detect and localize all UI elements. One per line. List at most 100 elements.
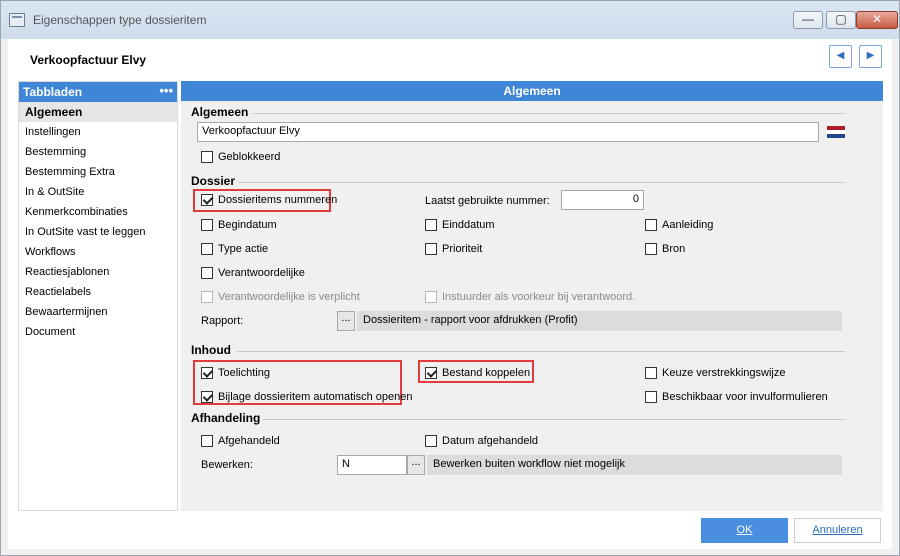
- checkbox-box[interactable]: [425, 435, 437, 447]
- checkbox-label: Dossieritems nummeren: [218, 194, 338, 206]
- more-options-icon[interactable]: •••: [159, 83, 173, 98]
- verantwoordelijke-checkbox[interactable]: Verantwoordelijke: [201, 267, 305, 279]
- section-divider: [263, 419, 845, 420]
- sidebar-item-algemeen[interactable]: Algemeen: [19, 102, 177, 122]
- section-algemeen-title: Algemeen: [191, 105, 249, 119]
- laatst-nummer-label: Laatst gebruikte nummer:: [425, 195, 550, 207]
- bron-checkbox[interactable]: Bron: [645, 243, 685, 255]
- bestand-koppelen-checkbox[interactable]: Bestand koppelen: [425, 367, 530, 379]
- geblokkeerd-checkbox[interactable]: Geblokkeerd: [201, 151, 280, 163]
- section-divider: [239, 182, 845, 183]
- bewerken-label: Bewerken:: [201, 459, 253, 471]
- checkbox-label: Geblokkeerd: [218, 151, 281, 163]
- previous-button[interactable]: ◀: [829, 45, 852, 68]
- checkbox-label: Prioriteit: [442, 243, 483, 255]
- minimize-button[interactable]: —: [793, 11, 823, 29]
- afgehandeld-checkbox[interactable]: Afgehandeld: [201, 435, 280, 447]
- sidebar-title: Tabbladen: [23, 85, 83, 99]
- sidebar-item-in-outsite-vastleggen[interactable]: In OutSite vast te leggen: [19, 222, 177, 242]
- name-input[interactable]: Verkoopfactuur Elvy: [197, 122, 819, 142]
- prioriteit-checkbox[interactable]: Prioriteit: [425, 243, 482, 255]
- checkbox-box[interactable]: [201, 267, 213, 279]
- dialog-content: Verkoopfactuur Elvy ◀ ▶ Tabbladen ••• Al…: [8, 39, 892, 549]
- sidebar-item-kenmerkcombinaties[interactable]: Kenmerkcombinaties: [19, 202, 177, 222]
- section-inhoud-title: Inhoud: [191, 343, 231, 357]
- checkbox-label: Beschikbaar voor invulformulieren: [662, 391, 828, 403]
- cancel-button-label: Annuleren: [812, 524, 863, 536]
- sidebar-item-instellingen[interactable]: Instellingen: [19, 122, 177, 142]
- next-button[interactable]: ▶: [859, 45, 882, 68]
- begindatum-checkbox[interactable]: Begindatum: [201, 219, 277, 231]
- section-divider: [253, 113, 845, 114]
- maximize-button[interactable]: ▢: [826, 11, 856, 29]
- checkbox-label: Begindatum: [218, 219, 277, 231]
- checkbox-label: Verantwoordelijke: [218, 267, 305, 279]
- checkbox-box[interactable]: [645, 367, 657, 379]
- laatst-nummer-input[interactable]: 0: [561, 190, 644, 210]
- checkbox-box[interactable]: [201, 367, 213, 379]
- close-button[interactable]: ✕: [856, 11, 898, 29]
- checkbox-box[interactable]: [201, 243, 213, 255]
- checkbox-label: Type actie: [218, 243, 269, 255]
- section-afhandeling-title: Afhandeling: [191, 411, 261, 425]
- dialog-window: Eigenschappen type dossieritem — ▢ ✕ Ver…: [0, 0, 900, 556]
- sidebar-item-reactielabels[interactable]: Reactielabels: [19, 282, 177, 302]
- main-panel: Algemeen Algemeen Verkoopfactuur Elvy Ge…: [181, 81, 883, 511]
- sidebar-item-reactiesjablonen[interactable]: Reactiesjablonen: [19, 262, 177, 282]
- checkbox-label: Keuze verstrekkingswijze: [662, 367, 786, 379]
- checkbox-box[interactable]: [645, 219, 657, 231]
- checkbox-label: Toelichting: [218, 367, 270, 379]
- section-dossier-title: Dossier: [191, 174, 236, 188]
- beschikbaar-checkbox[interactable]: Beschikbaar voor invulformulieren: [645, 391, 828, 403]
- panel-title: Algemeen: [181, 81, 883, 101]
- title-bar[interactable]: Eigenschappen type dossieritem — ▢ ✕: [1, 1, 899, 39]
- einddatum-checkbox[interactable]: Einddatum: [425, 219, 495, 231]
- checkbox-box[interactable]: [201, 391, 213, 403]
- rapport-browse-button[interactable]: ...: [337, 311, 355, 331]
- keuze-verstrekkingswijze-checkbox[interactable]: Keuze verstrekkingswijze: [645, 367, 786, 379]
- checkbox-label: Bijlage dossieritem automatisch openen: [218, 391, 413, 403]
- checkbox-box: [201, 291, 213, 303]
- sidebar-header: Tabbladen •••: [19, 82, 177, 102]
- sidebar-item-bewaartermijnen[interactable]: Bewaartermijnen: [19, 302, 177, 322]
- cancel-button[interactable]: Annuleren: [794, 518, 881, 543]
- language-flag-icon[interactable]: [827, 126, 845, 138]
- type-actie-checkbox[interactable]: Type actie: [201, 243, 268, 255]
- bijlage-checkbox[interactable]: Bijlage dossieritem automatisch openen: [201, 391, 412, 403]
- aanleiding-checkbox[interactable]: Aanleiding: [645, 219, 713, 231]
- checkbox-box: [425, 291, 437, 303]
- checkbox-box[interactable]: [201, 219, 213, 231]
- window-icon: [9, 13, 25, 27]
- checkbox-box[interactable]: [425, 243, 437, 255]
- checkbox-box[interactable]: [201, 151, 213, 163]
- ok-button[interactable]: OK: [701, 518, 788, 543]
- checkbox-label: Bestand koppelen: [442, 367, 531, 379]
- checkbox-box[interactable]: [645, 243, 657, 255]
- checkbox-box[interactable]: [201, 435, 213, 447]
- sidebar-item-workflows[interactable]: Workflows: [19, 242, 177, 262]
- sidebar-item-document[interactable]: Document: [19, 322, 177, 342]
- ok-button-label: OK: [736, 524, 753, 536]
- tabs-sidebar: Tabbladen ••• Algemeen Instellingen Best…: [18, 81, 178, 511]
- checkbox-box[interactable]: [425, 367, 437, 379]
- checkbox-box[interactable]: [645, 391, 657, 403]
- section-divider: [237, 351, 845, 352]
- nummeren-checkbox[interactable]: Dossieritems nummeren: [201, 194, 337, 206]
- sidebar-item-bestemming[interactable]: Bestemming: [19, 142, 177, 162]
- bewerken-browse-button[interactable]: ...: [407, 455, 425, 475]
- checkbox-box[interactable]: [201, 194, 213, 206]
- checkbox-label: Datum afgehandeld: [442, 435, 539, 447]
- bewerken-input[interactable]: N: [337, 455, 407, 475]
- datum-afgehandeld-checkbox[interactable]: Datum afgehandeld: [425, 435, 538, 447]
- checkbox-label: Aanleiding: [662, 219, 714, 231]
- checkbox-label: Instuurder als voorkeur bij verantwoord.: [442, 291, 636, 303]
- sidebar-item-bestemming-extra[interactable]: Bestemming Extra: [19, 162, 177, 182]
- checkbox-label: Bron: [662, 243, 686, 255]
- page-title: Verkoopfactuur Elvy: [30, 53, 147, 67]
- instuurder-checkbox: Instuurder als voorkeur bij verantwoord.: [425, 291, 635, 303]
- bewerken-description: Bewerken buiten workflow niet mogelijk: [427, 455, 842, 475]
- sidebar-item-in-outsite[interactable]: In & OutSite: [19, 182, 177, 202]
- checkbox-box[interactable]: [425, 219, 437, 231]
- toelichting-checkbox[interactable]: Toelichting: [201, 367, 270, 379]
- window-title: Eigenschappen type dossieritem: [33, 13, 207, 27]
